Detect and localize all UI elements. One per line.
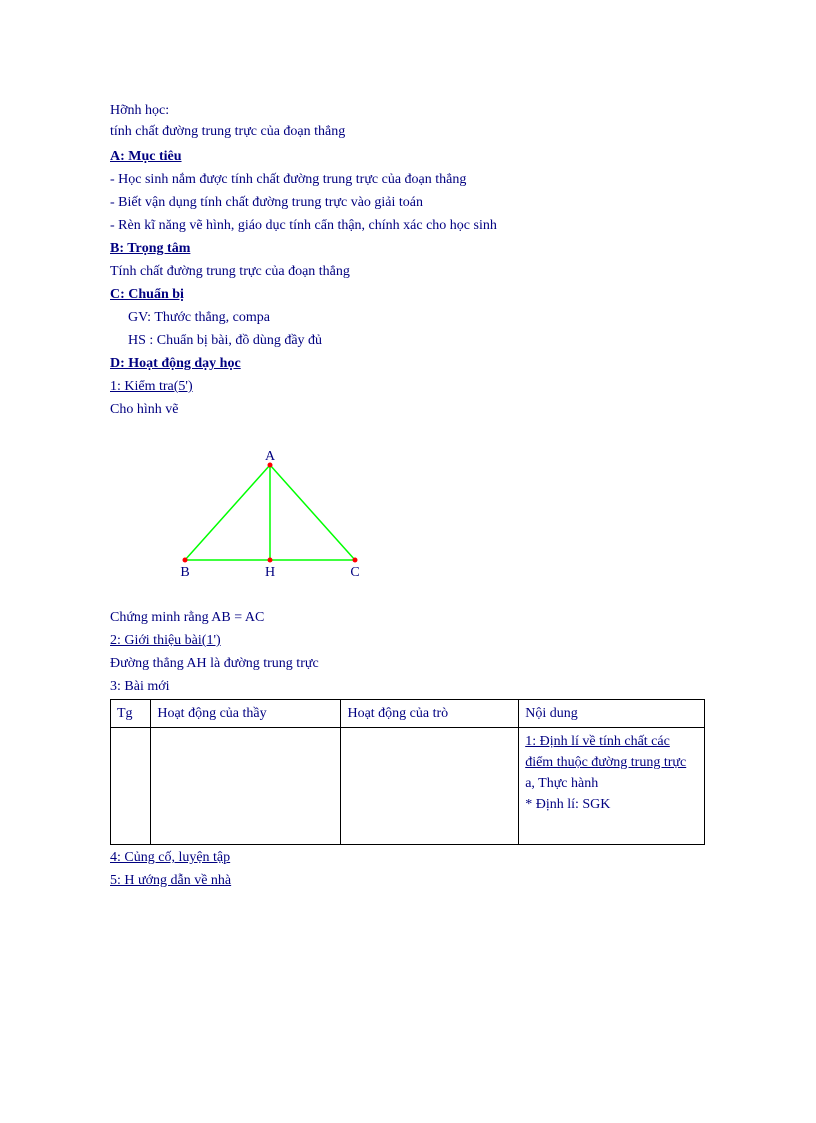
triangle-svg: A B H C bbox=[170, 450, 390, 580]
section-c-gv: GV: Thước thẳng, compa bbox=[128, 307, 706, 328]
d1-proof: Chứng minh rằng AB = AC bbox=[110, 607, 706, 628]
table-row: 1: Định lí về tính chất các điểm thuộc đ… bbox=[111, 728, 705, 845]
th-tg: Tg bbox=[111, 700, 151, 728]
triangle-diagram: A B H C bbox=[170, 450, 706, 587]
th-tro: Hoạt động của trò bbox=[341, 700, 519, 728]
section-c-hs: HS : Chuẩn bị bài, đồ dùng đầy đủ bbox=[128, 330, 706, 351]
nd-line1: 1: Định lí về tính chất các điểm thuộc đ… bbox=[525, 734, 686, 770]
d5-heading: 5: H ướng dẫn về nhà bbox=[110, 870, 706, 891]
nd-line3: * Định lí: SGK bbox=[525, 797, 610, 812]
d4-heading: 4: Củng cố, luyện tập bbox=[110, 847, 706, 868]
th-noidung: Nội dung bbox=[519, 700, 705, 728]
section-a-heading: A: Mục tiêu bbox=[110, 146, 706, 167]
point-c bbox=[353, 558, 358, 563]
label-h: H bbox=[265, 565, 275, 580]
d1-heading: 1: Kiểm tra(5') bbox=[110, 376, 706, 397]
section-b-body: Tính chất đường trung trực của đoạn thẳn… bbox=[110, 261, 706, 282]
cell-tro bbox=[341, 728, 519, 845]
point-b bbox=[183, 558, 188, 563]
table-header-row: Tg Hoạt động của thầy Hoạt động của trò … bbox=[111, 700, 705, 728]
cell-noidung: 1: Định lí về tính chất các điểm thuộc đ… bbox=[519, 728, 705, 845]
cell-thay bbox=[151, 728, 341, 845]
lesson-table: Tg Hoạt động của thầy Hoạt động của trò … bbox=[110, 699, 705, 845]
label-b: B bbox=[180, 565, 189, 580]
point-h bbox=[268, 558, 273, 563]
label-a: A bbox=[265, 450, 276, 464]
d1-body: Cho hình vẽ bbox=[110, 399, 706, 420]
title-line1: Hỡnh học: bbox=[110, 100, 706, 121]
d3-heading: 3: Bài mới bbox=[110, 676, 706, 697]
section-b-heading: B: Trọng tâm bbox=[110, 238, 706, 259]
d2-body: Đường thẳng AH là đường trung trực bbox=[110, 653, 706, 674]
nd-line2: a, Thực hành bbox=[525, 776, 598, 791]
section-c-heading: C: Chuẩn bị bbox=[110, 284, 706, 305]
section-d-heading: D: Hoạt động dạy học bbox=[110, 353, 706, 374]
bullet-a2: - Biết vận dụng tính chất đường trung tr… bbox=[110, 192, 706, 213]
bullet-a1: - Học sinh nắm được tính chất đường trun… bbox=[110, 169, 706, 190]
title-line2: tính chất đường trung trực của đoạn thẳn… bbox=[110, 121, 706, 142]
cell-tg bbox=[111, 728, 151, 845]
label-c: C bbox=[350, 565, 359, 580]
bullet-a3: - Rèn kĩ năng vẽ hình, giáo dục tính cẩn… bbox=[110, 215, 706, 236]
th-thay: Hoạt động của thầy bbox=[151, 700, 341, 728]
d2-heading: 2: Giới thiệu bài(1') bbox=[110, 630, 706, 651]
